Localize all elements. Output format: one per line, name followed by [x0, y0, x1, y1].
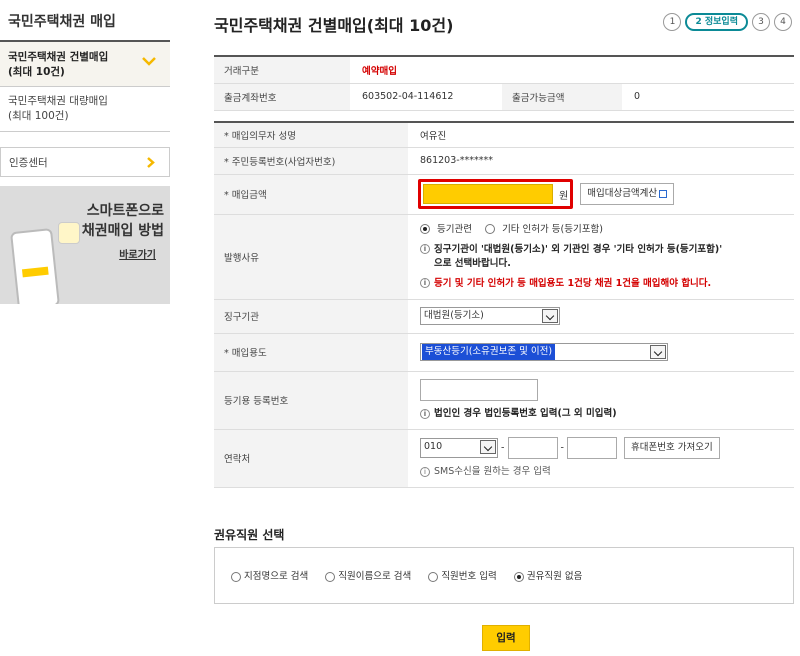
banner-line2: 채권매입 방법 — [81, 223, 164, 239]
sidebar-item-sublabel: (최대 10건) — [8, 66, 65, 78]
reason-note1-line1: 징구기관이 '대법원(등기소)' 외 기관인 경우 '기타 인허가 등(등기포함… — [434, 243, 723, 255]
sidebar-title: 국민주택채권 매입 — [0, 0, 170, 42]
amount-calc-button[interactable]: 매입대상금액계산 — [580, 183, 675, 205]
phone-prefix-select[interactable]: 010 — [420, 438, 498, 458]
smartphone-guide-banner[interactable]: 스마트폰으로 채권매입 방법 바로가기 — [0, 186, 170, 304]
staff-radio-name[interactable] — [325, 571, 336, 582]
trade-info-table: 거래구분 예약매입 출금계좌번호 603502-04-114612 출금가능금액… — [214, 55, 794, 111]
phone-separator: - — [560, 442, 564, 454]
purpose-select[interactable]: 부동산등기(소유권보존 및 이전) — [420, 343, 668, 361]
staff-options-box: 지점명으로 검색 직원이름으로 검색 직원번호 입력 권유직원 없음 — [214, 547, 794, 604]
staff-option-number: 직원번호 입력 — [441, 571, 497, 582]
account-value: 603502-04-114612 — [350, 83, 502, 111]
amount-highlight-box: 원 — [418, 179, 574, 209]
reason-radio-other[interactable] — [485, 224, 496, 234]
name-label: * 매입의무자 성명 — [214, 122, 408, 148]
sidebar-item-label: 국민주택채권 대량매입 — [8, 95, 108, 107]
step-3: 3 — [752, 13, 770, 31]
info-icon: i — [420, 244, 430, 254]
sidebar-item-bulk-purchase[interactable]: 국민주택채권 대량매입 (최대 100건) — [0, 87, 170, 132]
step-1: 1 — [663, 13, 682, 31]
chevron-down-icon — [480, 440, 496, 454]
sidebar-item-single-purchase[interactable]: 국민주택채권 건별매입 (최대 10건) — [0, 42, 170, 87]
staff-radio-number[interactable] — [428, 571, 439, 582]
staff-option-none: 권유직원 없음 — [526, 571, 583, 582]
phone-separator: - — [501, 442, 505, 454]
sidebar-item-sublabel: (최대 100건) — [8, 110, 69, 122]
reason-note1-line2: 으로 선택바랍니다. — [434, 257, 511, 269]
amount-label: * 매입금액 — [214, 174, 408, 215]
regno-label: 등기용 등록번호 — [214, 371, 408, 430]
phone-prefix-value: 010 — [424, 441, 443, 452]
sidebar: 국민주택채권 매입 국민주택채권 건별매입 (최대 10건) 국민주택채권 대량… — [0, 0, 170, 304]
staff-radio-branch[interactable] — [231, 571, 241, 582]
phone-middle-input[interactable] — [507, 437, 558, 459]
reason-option-registration: 등기관련 — [437, 223, 472, 235]
banner-line1: 스마트폰으로 — [86, 203, 164, 219]
avail-amount-value: 0 — [622, 83, 794, 111]
regno-note: 법인인 경우 법인등록번호 입력(그 외 미입력) — [434, 408, 617, 419]
phone-illustration-icon — [10, 228, 60, 304]
contact-note: SMS수신을 원하는 경우 입력 — [434, 466, 551, 477]
submit-button[interactable]: 입력 — [482, 625, 530, 651]
agency-select-value: 대법원(등기소) — [424, 310, 484, 321]
banner-link[interactable]: 바로가기 — [119, 246, 156, 261]
chevron-down-icon — [142, 57, 156, 66]
step-2-active: 2 정보입력 — [685, 13, 748, 31]
chevron-right-icon — [147, 157, 155, 168]
amount-unit: 원 — [559, 190, 569, 202]
sidebar-item-label: 국민주택채권 건별매입 — [8, 51, 109, 63]
trade-type-value: 예약매입 — [350, 56, 794, 84]
chevron-down-icon — [650, 345, 666, 359]
purchase-form-table: * 매입의무자 성명 여유진 * 주민등록번호(사업자번호) 861203-**… — [214, 121, 794, 488]
avail-amount-label: 출금가능금액 — [502, 83, 622, 111]
purpose-select-value: 부동산등기(소유권보존 및 이전) — [422, 344, 556, 360]
page-title: 국민주택채권 건별매입(최대 10건) — [214, 16, 454, 35]
amount-input[interactable] — [423, 184, 553, 204]
reason-label: 발행사유 — [214, 214, 408, 300]
step-indicator: 1 2 정보입력 3 4 — [663, 13, 792, 31]
trade-type-label: 거래구분 — [214, 56, 350, 84]
info-icon: i — [420, 466, 430, 477]
staff-option-branch: 지점명으로 검색 — [244, 571, 309, 582]
phone-fetch-button[interactable]: 휴대폰번호 가져오기 — [624, 437, 720, 459]
chevron-down-icon — [542, 309, 558, 323]
account-label: 출금계좌번호 — [214, 83, 350, 111]
info-icon: i — [420, 408, 430, 419]
purpose-label: * 매입용도 — [214, 333, 408, 372]
phone-last-input[interactable] — [567, 437, 617, 459]
agency-select[interactable]: 대법원(등기소) — [420, 307, 560, 325]
info-icon: i — [420, 278, 430, 288]
reason-option-other: 기타 인허가 등(등기포함) — [502, 223, 603, 235]
rrn-value: 861203-******* — [408, 147, 794, 175]
rrn-label: * 주민등록번호(사업자번호) — [214, 147, 408, 175]
agency-label: 징구기관 — [214, 299, 408, 334]
contact-label: 연락처 — [214, 429, 408, 488]
staff-option-name: 직원이름으로 검색 — [338, 571, 412, 582]
name-value: 여유진 — [408, 122, 794, 148]
staff-section-title: 권유직원 선택 — [214, 528, 285, 542]
cert-center-label: 인증센터 — [9, 157, 48, 169]
regno-input[interactable] — [420, 379, 538, 401]
sidebar-item-cert-center[interactable]: 인증센터 — [0, 147, 170, 177]
staff-radio-none[interactable] — [513, 571, 524, 582]
app-illustration-icon — [58, 222, 80, 244]
step-4: 4 — [774, 13, 792, 31]
amount-calc-label: 매입대상금액계산 — [587, 188, 658, 199]
external-link-icon — [659, 189, 668, 198]
reason-radio-registration[interactable] — [420, 224, 430, 234]
reason-note2: 등기 및 기타 인허가 등 매입용도 1건당 채권 1건을 매입해야 합니다. — [434, 277, 712, 289]
